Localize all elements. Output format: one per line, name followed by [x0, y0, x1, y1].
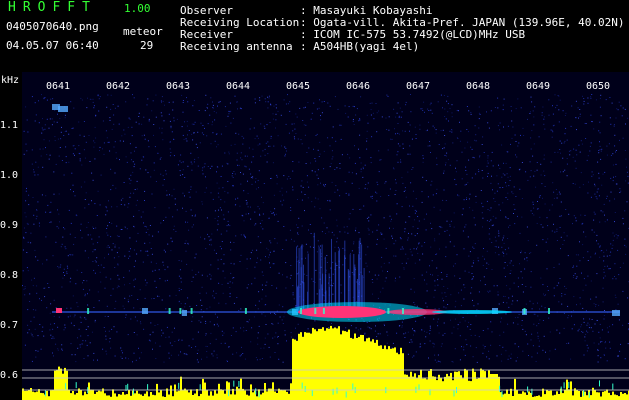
spectrogram-canvas: 0641 0642 0643 0644 0645 0646 0647 0648 0649 0650	[22, 72, 629, 400]
axis-unit-label: kHz	[1, 75, 19, 86]
frequency-axis: kHz 1.1 1.0 0.9 0.8 0.7 0.6	[0, 75, 19, 381]
y-tick-label: 1.1	[0, 120, 18, 131]
app-title: HROFFT	[8, 0, 97, 15]
meteor-label: meteor	[123, 25, 163, 38]
file-datetime: 04.05.07 06:40	[6, 39, 99, 52]
meteor-count: 29	[140, 39, 154, 52]
antenna-label: Receiving antenna	[180, 40, 293, 53]
y-tick-label: 0.8	[0, 270, 18, 281]
x-tick-label: 0647	[406, 81, 430, 92]
y-tick-label: 0.9	[0, 220, 18, 231]
y-tick-label: 0.6	[0, 370, 18, 381]
x-tick-label: 0642	[106, 81, 130, 92]
x-tick-label: 0649	[526, 81, 550, 92]
y-tick-label: 1.0	[0, 170, 18, 181]
x-tick-label: 0643	[166, 81, 190, 92]
x-tick-label: 0648	[466, 81, 490, 92]
x-tick-label: 0644	[226, 81, 250, 92]
file-name: 0405070640.png	[6, 20, 99, 33]
x-tick-label: 0641	[46, 81, 70, 92]
antenna-value: : A504HB(yagi 4el)	[300, 40, 420, 53]
x-tick-label: 0646	[346, 81, 370, 92]
app-version: 1.00	[124, 2, 151, 15]
x-tick-label: 0645	[286, 81, 310, 92]
y-tick-label: 0.7	[0, 320, 18, 331]
x-tick-label: 0650	[586, 81, 610, 92]
header-panel: HROFFT 1.00 0405070640.png 04.05.07 06:4…	[0, 0, 629, 72]
